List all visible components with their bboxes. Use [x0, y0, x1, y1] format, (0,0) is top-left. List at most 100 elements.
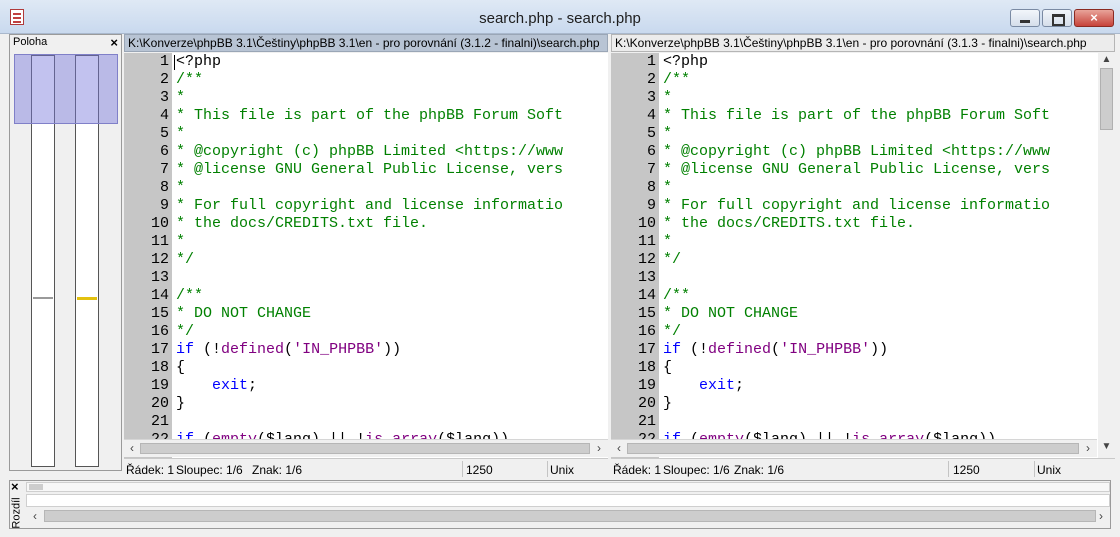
code-line: 6 * @copyright (c) phpBB Limited <https:/… — [611, 143, 1098, 161]
minimize-button[interactable] — [1010, 9, 1040, 27]
scroll-down-icon[interactable]: ▼ — [1098, 441, 1115, 452]
line-code: { — [176, 359, 185, 377]
line-code: */ — [176, 251, 194, 269]
line-number: 9 — [159, 197, 169, 214]
code-token: 'IN_PHPBB' — [780, 341, 871, 358]
status-encoding: 1250 — [953, 463, 980, 477]
rozdil-top-thumb[interactable] — [29, 484, 43, 490]
scroll-left-icon[interactable]: ‹ — [125, 441, 139, 455]
line-code: * DO NOT CHANGE — [663, 305, 798, 323]
scroll-up-icon[interactable]: ▲ — [1098, 54, 1115, 65]
line-code: /** — [176, 287, 203, 305]
line-number: 3 — [159, 89, 169, 106]
code-token: * — [176, 125, 186, 142]
scroll-left-icon[interactable]: ‹ — [28, 509, 42, 523]
line-code: * — [176, 125, 185, 143]
rozdil-hscroll-thumb[interactable] — [44, 510, 1096, 522]
maximize-icon — [1052, 14, 1065, 26]
status-separator — [547, 461, 548, 477]
rozdil-top-scrollbar[interactable] — [26, 482, 1110, 492]
line-number: 12 — [150, 251, 169, 268]
line-code: */ — [663, 251, 681, 269]
right-code-editor[interactable]: 1 <?php 2/** 3 * 4 * This file is part of the … — [611, 53, 1098, 473]
line-number: 1 — [159, 53, 169, 70]
code-line: 4 * This file is part of the phpBB Forum … — [611, 107, 1098, 125]
code-token: /** — [176, 287, 204, 304]
left-status-bar: Řádek: 1 Sloupec: 1/6 Znak: 1/6 1250 Uni… — [124, 458, 608, 479]
line-number: 11 — [637, 233, 656, 250]
code-token: } — [663, 395, 673, 412]
line-number: 7 — [646, 161, 656, 178]
left-hscroll-thumb[interactable] — [140, 443, 590, 454]
left-code-editor[interactable]: 1 <?php 2/** 3 * 4 * This file is part of the … — [124, 53, 608, 473]
line-code: /** — [663, 71, 690, 89]
code-token: ( — [284, 341, 294, 358]
line-number: 2 — [646, 71, 656, 88]
status-eol: Unix — [550, 463, 575, 477]
line-code: if (!defined('IN_PHPBB')) — [176, 341, 401, 359]
poloha-title: Poloha — [13, 36, 48, 48]
code-line: 19 exit; — [124, 377, 608, 395]
scroll-right-icon[interactable]: › — [1081, 441, 1095, 455]
code-line: 5 * — [611, 125, 1098, 143]
code-line: 15 * DO NOT CHANGE — [611, 305, 1098, 323]
close-icon: × — [1090, 10, 1098, 25]
line-code: * — [663, 179, 672, 197]
overview-viewport-indicator[interactable] — [14, 54, 118, 124]
title-bar[interactable]: search.php - search.php × — [0, 0, 1120, 34]
rozdil-close-button[interactable]: × — [11, 479, 19, 494]
scroll-right-icon[interactable]: › — [592, 441, 606, 455]
code-line: 9 * For full copyright and license inform… — [611, 197, 1098, 215]
line-number: 14 — [150, 287, 169, 304]
line-code: exit; — [663, 377, 744, 395]
line-number: 15 — [637, 305, 656, 322]
status-encoding: 1250 — [466, 463, 493, 477]
scroll-left-icon[interactable]: ‹ — [612, 441, 626, 455]
maximize-button[interactable] — [1042, 9, 1072, 27]
code-line: 19 exit; — [611, 377, 1098, 395]
code-lines: 1 <?php 2/** 3 * 4 * This file is part of the … — [124, 53, 608, 449]
poloha-close-button[interactable]: × — [110, 35, 118, 50]
code-token: { — [663, 359, 673, 376]
line-number: 10 — [150, 215, 169, 232]
code-line: 3 * — [124, 89, 608, 107]
right-vscroll-thumb[interactable] — [1100, 68, 1113, 130]
line-number: 21 — [637, 413, 656, 430]
code-line: 16 */ — [611, 323, 1098, 341]
code-line: 21 — [124, 413, 608, 431]
left-horizontal-scrollbar[interactable]: ‹ › — [124, 439, 608, 457]
code-token: if — [176, 341, 195, 358]
code-lines: 1 <?php 2/** 3 * 4 * This file is part of the … — [611, 53, 1098, 449]
code-token: { — [176, 359, 186, 376]
line-number: 4 — [159, 107, 169, 124]
code-token: */ — [176, 251, 195, 268]
code-token: */ — [176, 323, 195, 340]
code-token: ; — [248, 377, 258, 394]
code-line: 8 * — [611, 179, 1098, 197]
code-token: * — [663, 89, 673, 106]
code-token: * For full copyright and license informa… — [663, 197, 1051, 214]
right-horizontal-scrollbar[interactable]: ‹ › — [611, 439, 1097, 457]
code-line: 11 * — [124, 233, 608, 251]
line-number: 4 — [646, 107, 656, 124]
code-token: )) — [870, 341, 889, 358]
code-line: 3 * — [611, 89, 1098, 107]
line-code: * This file is part of the phpBB Forum S… — [176, 107, 563, 125]
right-file-path: K:\Konverze\phpBB 3.1\Češtiny\phpBB 3.1\… — [611, 34, 1115, 52]
line-number: 16 — [637, 323, 656, 340]
status-separator — [462, 461, 463, 477]
right-hscroll-thumb[interactable] — [627, 443, 1079, 454]
code-token: * the docs/CREDITS.txt file. — [176, 215, 429, 232]
code-token: /** — [176, 71, 204, 88]
close-window-button[interactable]: × — [1074, 9, 1114, 27]
rozdil-horizontal-scrollbar[interactable]: ‹ › — [26, 507, 1110, 525]
scroll-right-icon[interactable]: › — [1094, 509, 1108, 523]
diff-marker-left — [33, 297, 53, 299]
line-number: 13 — [150, 269, 169, 286]
code-token: * the docs/CREDITS.txt file. — [663, 215, 916, 232]
code-line: 1 <?php — [124, 53, 608, 71]
line-code: * — [663, 125, 672, 143]
right-vertical-scrollbar[interactable]: ▲ ▼ — [1098, 53, 1115, 456]
line-number: 3 — [646, 89, 656, 106]
